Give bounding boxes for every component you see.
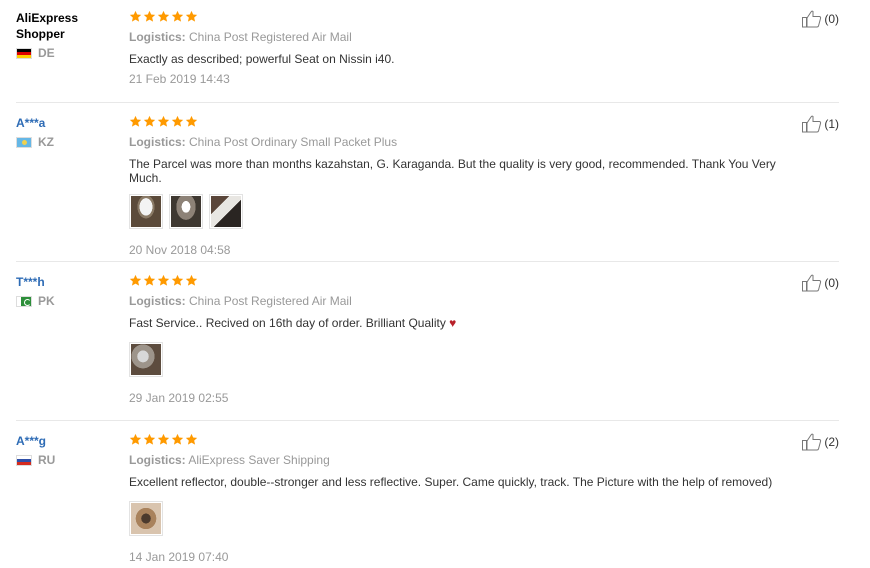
review-photo[interactable]	[129, 501, 163, 536]
review-item: A***a KZ Logistics: China Post Ordinary …	[16, 115, 839, 262]
logistics-info: Logistics: China Post Registered Air Mai…	[129, 30, 789, 44]
country-code: KZ	[38, 135, 54, 149]
star-icon	[185, 433, 198, 445]
star-icon	[185, 10, 198, 22]
review-photos	[129, 501, 789, 536]
review-item: AliExpress Shopper DE Logistics: China P…	[16, 10, 839, 103]
reviewer-name-line2: Shopper	[16, 27, 65, 41]
thumbs-up-icon	[802, 10, 822, 28]
helpful-count: (0)	[824, 12, 839, 26]
logistics-label: Logistics:	[129, 453, 186, 467]
russia-flag-icon	[16, 454, 32, 466]
country-code: DE	[38, 46, 55, 60]
reviewer-info: A***g RU	[16, 433, 116, 467]
star-icon	[129, 10, 142, 22]
helpful-count: (1)	[824, 117, 839, 131]
review-text: Excellent reflector, double--stronger an…	[129, 475, 773, 489]
star-icon	[157, 10, 170, 22]
review-content: Logistics: China Post Registered Air Mai…	[129, 274, 789, 405]
review-date: 14 Jan 2019 07:40	[129, 550, 229, 564]
reviewer-name[interactable]: T***h	[16, 274, 116, 290]
reviewer-info: T***h PK	[16, 274, 116, 308]
thumbs-up-icon	[802, 433, 822, 451]
reviewer-info: A***a KZ	[16, 115, 116, 149]
star-rating	[129, 115, 789, 129]
star-icon	[157, 433, 170, 445]
review-date: 29 Jan 2019 02:55	[129, 391, 229, 405]
review-date: 20 Nov 2018 04:58	[129, 243, 231, 257]
review-content: Logistics: AliExpress Saver Shipping Exc…	[129, 433, 789, 564]
logistics-label: Logistics:	[129, 135, 186, 149]
review-text: Exactly as described; powerful Seat on N…	[129, 52, 395, 66]
star-rating	[129, 10, 789, 24]
review-photo[interactable]	[129, 342, 163, 377]
star-icon	[129, 115, 142, 127]
star-icon	[171, 115, 184, 127]
review-photo[interactable]	[129, 194, 163, 229]
logistics-label: Logistics:	[129, 294, 186, 308]
reviewer-country: KZ	[16, 135, 116, 149]
star-icon	[157, 115, 170, 127]
star-icon	[185, 274, 198, 286]
star-icon	[143, 10, 156, 22]
star-icon	[171, 433, 184, 445]
star-icon	[143, 115, 156, 127]
reviewer-country: DE	[16, 46, 116, 60]
star-rating	[129, 433, 789, 447]
helpful-button[interactable]: (0)	[802, 274, 839, 292]
review-item: T***h PK Logistics: China Post Registere…	[16, 274, 839, 421]
star-icon	[185, 115, 198, 127]
helpful-count: (0)	[824, 276, 839, 290]
review-photos	[129, 194, 789, 229]
helpful-button[interactable]: (1)	[802, 115, 839, 133]
review-photo[interactable]	[169, 194, 203, 229]
review-date: 21 Feb 2019 14:43	[129, 72, 230, 86]
star-icon	[129, 433, 142, 445]
country-code: RU	[38, 453, 56, 467]
country-code: PK	[38, 294, 55, 308]
helpful-count: (2)	[824, 435, 839, 449]
kazakhstan-flag-icon	[16, 136, 32, 148]
review-text: Fast Service.. Recived on 16th day of or…	[129, 316, 789, 330]
logistics-label: Logistics:	[129, 30, 186, 44]
review-photo[interactable]	[209, 194, 243, 229]
logistics-info: Logistics: AliExpress Saver Shipping	[129, 453, 789, 467]
logistics-info: Logistics: China Post Registered Air Mai…	[129, 294, 789, 308]
reviewer-name: AliExpress Shopper	[16, 10, 116, 42]
star-rating	[129, 274, 789, 288]
logistics-value: China Post Registered Air Mail	[189, 30, 352, 44]
logistics-value: China Post Registered Air Mail	[189, 294, 352, 308]
star-icon	[171, 274, 184, 286]
heart-icon: ♥	[449, 316, 457, 330]
germany-flag-icon	[16, 47, 32, 59]
reviewer-info: AliExpress Shopper DE	[16, 10, 116, 60]
helpful-button[interactable]: (2)	[802, 433, 839, 451]
star-icon	[129, 274, 142, 286]
review-photos	[129, 342, 789, 377]
logistics-value: China Post Ordinary Small Packet Plus	[189, 135, 398, 149]
helpful-button[interactable]: (0)	[802, 10, 839, 28]
reviewer-name[interactable]: A***g	[16, 433, 116, 449]
thumbs-up-icon	[802, 274, 822, 292]
review-item: A***g RU Logistics: AliExpress Saver Shi…	[16, 433, 839, 568]
reviewer-country: RU	[16, 453, 116, 467]
thumbs-up-icon	[802, 115, 822, 133]
review-text: The Parcel was more than months kazahsta…	[129, 157, 776, 185]
reviewer-country: PK	[16, 294, 116, 308]
reviewer-name-line1: AliExpress	[16, 11, 79, 25]
star-icon	[157, 274, 170, 286]
review-content: Logistics: China Post Registered Air Mai…	[129, 10, 789, 86]
star-icon	[143, 274, 156, 286]
star-icon	[171, 10, 184, 22]
review-content: Logistics: China Post Ordinary Small Pac…	[129, 115, 789, 257]
review-text-body: Fast Service.. Recived on 16th day of or…	[129, 316, 446, 330]
star-icon	[143, 433, 156, 445]
logistics-info: Logistics: China Post Ordinary Small Pac…	[129, 135, 789, 149]
pakistan-flag-icon	[16, 295, 32, 307]
reviewer-name[interactable]: A***a	[16, 115, 116, 131]
logistics-value: AliExpress Saver Shipping	[188, 453, 330, 467]
